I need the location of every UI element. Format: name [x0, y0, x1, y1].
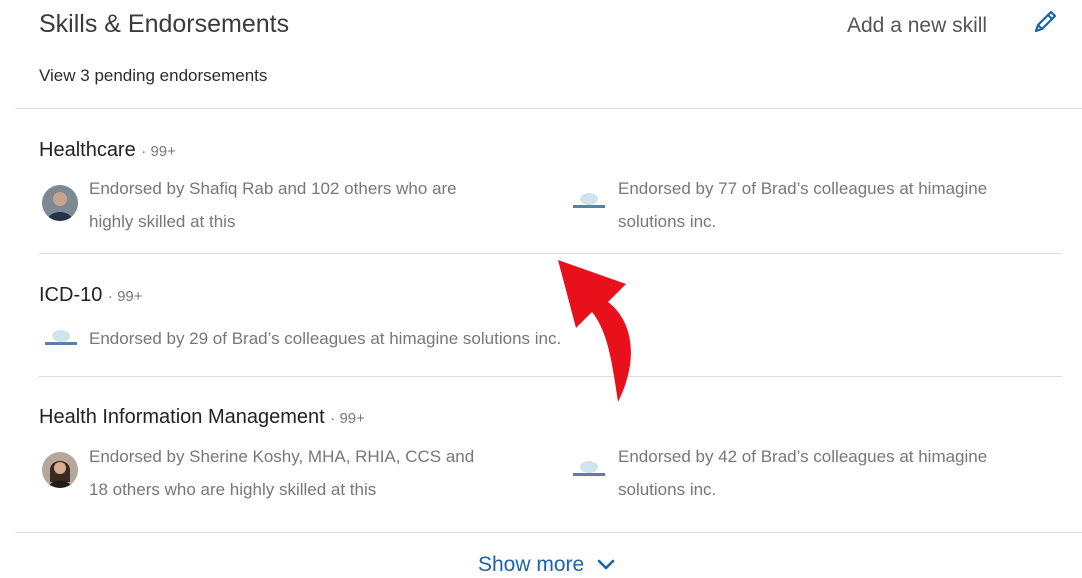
endorsement-text[interactable]: Endorsed by 77 of Brad’s colleagues at h…	[618, 172, 987, 238]
skill-endorsement-count: · 99+	[330, 410, 365, 427]
footer-divider	[15, 532, 1082, 533]
chevron-down-icon	[597, 559, 615, 570]
skill-title-health-information-management[interactable]: Health Information Management · 99+	[39, 406, 365, 429]
endorsement-text[interactable]: Endorsed by Shafiq Rab and 102 others wh…	[89, 172, 457, 238]
skill-endorsement-count: · 99+	[107, 288, 143, 305]
endorsement-text[interactable]: Endorsed by 29 of Brad’s colleagues at h…	[89, 322, 561, 355]
himagine-logo	[570, 456, 608, 486]
edit-pencil-icon[interactable]	[1030, 7, 1060, 37]
endorser-avatar[interactable]	[42, 185, 78, 221]
endorsement-text[interactable]: Endorsed by Sherine Koshy, MHA, RHIA, CC…	[89, 440, 474, 506]
himagine-logo	[570, 188, 608, 218]
skill-name: ICD-10	[39, 284, 103, 306]
skill-name: Healthcare	[39, 139, 136, 161]
himagine-logo	[42, 325, 80, 355]
skill-name: Health Information Management	[39, 406, 325, 428]
annotation-arrow-icon	[558, 260, 631, 402]
header-divider	[15, 108, 1082, 109]
pending-endorsements-link[interactable]: View 3 pending endorsements	[39, 66, 267, 86]
endorsement-text[interactable]: Endorsed by 42 of Brad’s colleagues at h…	[618, 440, 987, 506]
endorser-avatar[interactable]	[42, 452, 78, 488]
show-more-button[interactable]: Show more	[478, 553, 616, 577]
section-title: Skills & Endorsements	[39, 10, 290, 38]
skill-title-healthcare[interactable]: Healthcare · 99+	[39, 139, 176, 162]
skill-title-icd-10[interactable]: ICD-10 · 99+	[39, 284, 143, 307]
show-more-label: Show more	[478, 553, 585, 576]
skill-endorsement-count: · 99+	[141, 143, 176, 160]
add-skill-button[interactable]: Add a new skill	[847, 14, 987, 38]
